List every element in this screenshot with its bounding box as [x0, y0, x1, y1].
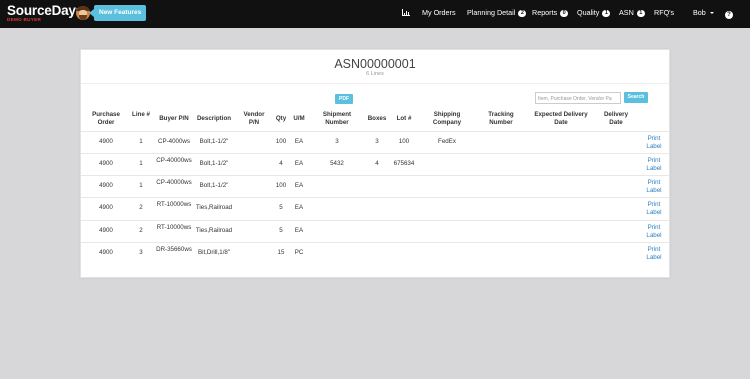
cell-line: 1	[139, 160, 143, 167]
table-row: 4900 2 RT-10000ws Ties,Railroad 5 EA Print Lab…	[81, 220, 669, 243]
cell-buyer-pn: RT-10000ws	[156, 201, 192, 208]
print-label-link[interactable]: Print Label	[643, 224, 665, 240]
cell-shipment-number: 5432	[330, 160, 344, 167]
cell-um: EA	[294, 138, 304, 145]
count-badge: 0	[560, 10, 569, 17]
cell-purchase-order: 4900	[99, 138, 113, 145]
divider	[81, 83, 669, 84]
nav-reports[interactable]: Reports 0	[532, 0, 569, 28]
nav-asn[interactable]: ASN 1	[619, 0, 645, 28]
search-input[interactable]: Item, Purchase Order, Vendor Pa	[535, 92, 621, 104]
cell-um: EA	[294, 160, 304, 167]
print-label-link[interactable]: Print Label	[643, 179, 665, 195]
nav-help[interactable]: ?	[725, 0, 733, 28]
print-label-link[interactable]: Print Label	[643, 157, 665, 173]
cell-lot: 100	[398, 138, 410, 145]
cell-line: 1	[139, 138, 143, 145]
nav-rfqs[interactable]: RFQ's	[654, 0, 674, 28]
header-shipping-company: Shipping Company	[432, 111, 462, 126]
header-shipment-number: Shipment Number	[322, 111, 352, 126]
count-badge: 1	[636, 10, 645, 17]
print-label-link[interactable]: Print Label	[643, 135, 665, 151]
cell-purchase-order: 4900	[99, 160, 113, 167]
count-badge: 2	[518, 10, 527, 17]
cell-line: 2	[139, 227, 143, 234]
asn-title: ASN00000001	[334, 57, 416, 71]
header-purchase-order: Purchase Order	[92, 111, 120, 126]
print-label-link[interactable]: Print Label	[643, 201, 665, 217]
header-tracking-number: Tracking Number	[488, 111, 514, 126]
cell-shipment-number: 3	[335, 138, 339, 145]
top-navbar: SourceDay™ DEMO BUYER New Features My Or…	[0, 0, 750, 28]
new-features-button[interactable]: New Features	[88, 5, 147, 21]
brand-name: SourceDay	[7, 3, 76, 18]
table-row: 4900 2 RT-10000ws Ties,Railroad 5 EA Print Lab…	[81, 197, 669, 220]
nav-label: Reports	[532, 8, 558, 17]
cell-um: EA	[294, 182, 304, 189]
asn-line-count: 6 Lines	[366, 71, 384, 77]
nav-label: ASN	[619, 8, 634, 17]
cell-purchase-order: 4900	[99, 249, 113, 256]
table-row: 4900 1 CP-40000ws Bolt,1-1/2" 100 EA Print Lab…	[81, 175, 669, 198]
cell-buyer-pn: CP-40000ws	[156, 157, 192, 164]
chevron-down-icon	[709, 12, 714, 14]
nav-user-menu[interactable]: Bob	[693, 0, 714, 28]
cell-um: PC	[294, 249, 304, 256]
nav-label: Planning Detail	[467, 8, 516, 17]
help-icon: ?	[725, 11, 733, 19]
brand-logo[interactable]: SourceDay™ DEMO BUYER	[7, 3, 81, 23]
pdf-button[interactable]: PDF	[335, 94, 353, 104]
cell-shipping-company: FedEx	[438, 138, 456, 145]
cell-description: Ties,Railroad	[195, 204, 233, 211]
count-badge: 1	[602, 10, 611, 17]
cell-lot: 675634	[393, 160, 415, 167]
user-avatar[interactable]	[76, 6, 90, 20]
nav-label: Quality	[577, 8, 600, 17]
cell-boxes: 4	[375, 160, 379, 167]
cell-buyer-pn: RT-10000ws	[156, 224, 192, 231]
cell-um: EA	[294, 227, 304, 234]
cell-purchase-order: 4900	[99, 182, 113, 189]
cell-purchase-order: 4900	[99, 227, 113, 234]
cell-line: 1	[139, 182, 143, 189]
header-boxes: Boxes	[367, 115, 387, 122]
header-buyer-pn: Buyer P/N	[159, 115, 189, 122]
header-um: U/M	[293, 115, 305, 122]
nav-analytics[interactable]	[402, 0, 410, 28]
header-delivery-date: Delivery Date	[603, 111, 629, 126]
cell-boxes: 3	[375, 138, 379, 145]
header-lot: Lot #	[396, 115, 412, 122]
table-row: 4900 3 DR-35660ws Bit,Drill,1/8" 15 PC Print L…	[81, 242, 669, 265]
cell-description: Bit,Drill,1/8"	[197, 249, 231, 256]
asn-detail-panel: ASN00000001 6 Lines PDF Item, Purchase O…	[80, 49, 670, 278]
cell-description: Bolt,1-1/2"	[199, 160, 229, 167]
cell-description: Bolt,1-1/2"	[199, 138, 229, 145]
nav-quality[interactable]: Quality 1	[577, 0, 611, 28]
cell-buyer-pn: CP-40000ws	[156, 179, 192, 186]
cell-buyer-pn: CP-4000ws	[158, 138, 190, 145]
cell-um: EA	[294, 204, 304, 211]
nav-label: My Orders	[422, 8, 456, 17]
cell-purchase-order: 4900	[99, 204, 113, 211]
header-description: Description	[196, 115, 232, 122]
bar-chart-icon	[402, 9, 410, 16]
nav-label: RFQ's	[654, 8, 675, 17]
header-vendor-pn: Vendor P/N	[243, 111, 265, 126]
nav-planning-detail[interactable]: Planning Detail 2	[467, 0, 527, 28]
cell-line: 2	[139, 204, 143, 211]
table-row: 4900 1 CP-4000ws Bolt,1-1/2" 100 EA 3 3 100 FedEx…	[81, 131, 669, 154]
table-row: 4900 1 CP-40000ws Bolt,1-1/2" 4 EA 5432 4 675634…	[81, 153, 669, 176]
header-line: Line #	[132, 111, 150, 118]
search-button[interactable]: Search	[624, 92, 648, 103]
cell-description: Bolt,1-1/2"	[199, 182, 229, 189]
nav-my-orders[interactable]: My Orders	[422, 0, 456, 28]
print-label-link[interactable]: Print Label	[643, 246, 665, 262]
header-expected-delivery-date: Expected Delivery Date	[534, 111, 588, 126]
cell-line: 3	[139, 249, 143, 256]
cell-description: Ties,Railroad	[195, 227, 233, 234]
nav-label: Bob	[693, 8, 706, 17]
cell-buyer-pn: DR-35660ws	[156, 246, 192, 253]
